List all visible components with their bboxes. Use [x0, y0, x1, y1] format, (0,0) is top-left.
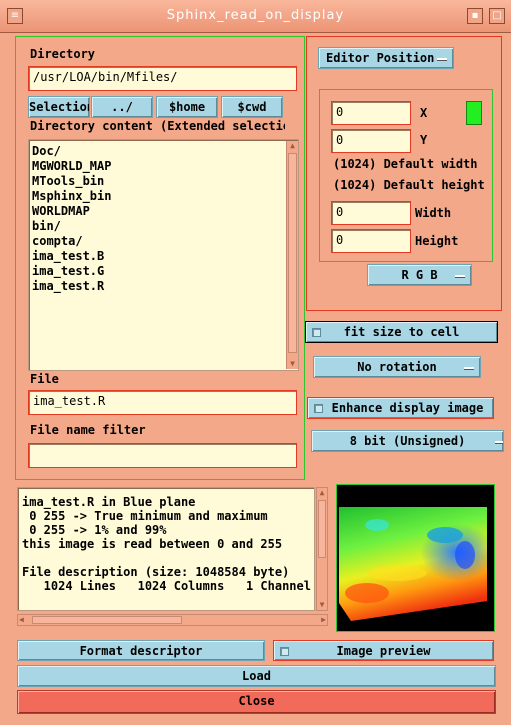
format-descriptor-button[interactable]: Format descriptor	[17, 640, 265, 661]
directory-list-item[interactable]: bin/	[29, 219, 285, 234]
scroll-right-icon[interactable]: ▶	[321, 615, 326, 625]
parent-dir-button[interactable]: ../	[91, 96, 153, 118]
directory-list-item[interactable]: ima_test.G	[29, 264, 285, 279]
info-vscrollbar[interactable]: ▲ ▼	[316, 487, 328, 611]
scroll-up-icon[interactable]: ▲	[287, 141, 298, 151]
file-label: File	[30, 372, 59, 386]
info-line: File description (size: 1048584 byte)	[22, 565, 290, 579]
fit-size-toggle[interactable]: fit size to cell	[305, 321, 498, 343]
directory-label: Directory	[30, 47, 96, 61]
maximize-icon[interactable]: □	[489, 8, 505, 24]
width-label: Width	[415, 206, 452, 220]
fit-size-label: fit size to cell	[343, 325, 460, 339]
scroll-thumb[interactable]	[32, 616, 182, 624]
info-line: 1024 Lines 1024 Columns 1 Channel	[22, 579, 311, 593]
default-height-label: (1024) Default height	[333, 178, 485, 192]
scroll-up-icon[interactable]: ▲	[317, 488, 327, 498]
info-line: ima_test.R in Blue plane	[22, 495, 196, 509]
info-line: this image is read between 0 and 255	[22, 537, 283, 551]
bit-depth-dropdown[interactable]: 8 bit (Unsigned)	[311, 430, 504, 452]
cwd-button[interactable]: $cwd	[221, 96, 283, 118]
dropdown-icon	[495, 441, 503, 444]
directory-list-item[interactable]: MGWORLD_MAP	[29, 159, 285, 174]
directory-content-label: Directory content (Extended selection)	[30, 119, 285, 133]
directory-list-item[interactable]: Doc/	[29, 144, 285, 159]
window-title: Sphinx_read_on_display	[166, 8, 345, 23]
scroll-down-icon[interactable]: ▼	[317, 600, 327, 610]
info-text: ima_test.R in Blue plane 0 255 -> True m…	[22, 495, 311, 593]
info-line	[22, 551, 311, 565]
image-preview-checkbox[interactable]	[280, 647, 289, 656]
dropdown-icon	[455, 275, 465, 278]
directory-items: Doc/MGWORLD_MAP MTools_bin Msphinx_bin WORL…	[29, 144, 285, 294]
preview-heatmap	[339, 507, 487, 621]
dropdown-icon	[437, 58, 447, 61]
editor-position-dropdown[interactable]: Editor Position	[318, 47, 454, 69]
title-bar[interactable]: ≡ Sphinx_read_on_display ▪ □	[0, 0, 511, 33]
y-input[interactable]: 0	[331, 129, 411, 153]
bit-depth-label: 8 bit (Unsigned)	[349, 434, 466, 448]
y-label: Y	[420, 133, 428, 147]
file-input[interactable]: ima_test.R	[28, 390, 297, 415]
image-preview	[336, 484, 495, 632]
filter-label: File name filter	[30, 423, 146, 437]
editor-position-label: Editor Position	[326, 51, 435, 65]
directory-list-item[interactable]: Msphinx_bin	[29, 189, 285, 204]
directory-list[interactable]: Doc/MGWORLD_MAP MTools_bin Msphinx_bin WORL…	[28, 139, 299, 371]
width-input[interactable]: 0	[331, 201, 411, 225]
directory-list-item[interactable]: ima_test.B	[29, 249, 285, 264]
enhance-toggle[interactable]: Enhance display image	[307, 397, 494, 419]
filter-input[interactable]	[28, 443, 297, 468]
close-button[interactable]: Close	[17, 690, 496, 714]
image-preview-toggle[interactable]: Image preview	[273, 640, 494, 661]
scroll-thumb[interactable]	[288, 153, 297, 353]
directory-list-item[interactable]: WORLDMAP	[29, 204, 285, 219]
directory-input[interactable]: /usr/LOA/bin/Mfiles/	[28, 66, 297, 91]
enhance-label: Enhance display image	[331, 401, 484, 415]
height-label: Height	[415, 234, 459, 248]
rotation-dropdown[interactable]: No rotation	[313, 356, 481, 378]
home-dir-button[interactable]: $home	[156, 96, 218, 118]
selection-button[interactable]: Selection	[28, 96, 90, 118]
x-input[interactable]: 0	[331, 101, 411, 125]
image-preview-label: Image preview	[336, 644, 431, 658]
info-line: 0 255 -> 1% and 99%	[22, 523, 167, 537]
x-label: X	[420, 106, 428, 120]
directory-scrollbar[interactable]: ▲ ▼	[286, 141, 298, 369]
scroll-thumb[interactable]	[318, 500, 326, 558]
default-width-label: (1024) Default width	[333, 157, 478, 171]
info-line: 0 255 -> True minimum and maximum	[22, 509, 268, 523]
scroll-left-icon[interactable]: ◀	[19, 615, 24, 625]
directory-list-item[interactable]: ima_test.R	[29, 279, 285, 294]
color-mode-label: R G B	[401, 268, 438, 282]
directory-list-item[interactable]: MTools_bin	[29, 174, 285, 189]
dropdown-icon	[464, 367, 474, 370]
enhance-checkbox[interactable]	[314, 404, 323, 413]
height-input[interactable]: 0	[331, 229, 411, 253]
color-mode-dropdown[interactable]: R G B	[367, 264, 472, 286]
info-panel[interactable]: ima_test.R in Blue plane 0 255 -> True m…	[17, 487, 315, 611]
minimize-icon[interactable]: ▪	[467, 8, 483, 24]
load-button[interactable]: Load	[17, 665, 496, 687]
info-hscrollbar[interactable]: ◀ ▶	[17, 614, 328, 626]
fit-size-checkbox[interactable]	[312, 328, 321, 337]
rotation-label: No rotation	[357, 360, 437, 374]
scroll-down-icon[interactable]: ▼	[287, 359, 298, 369]
directory-list-item[interactable]: compta/	[29, 234, 285, 249]
status-indicator	[466, 101, 482, 125]
